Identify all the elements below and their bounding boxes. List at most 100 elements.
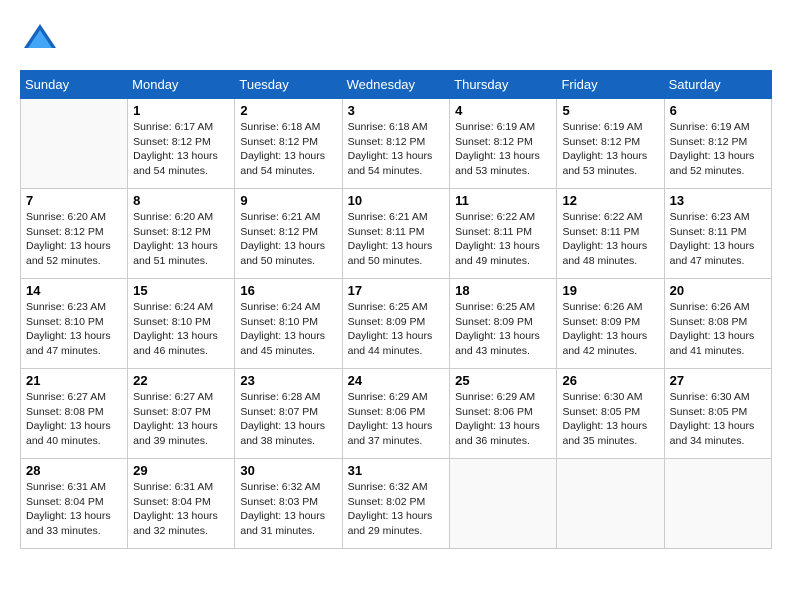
- calendar-cell: 15 Sunrise: 6:24 AMSunset: 8:10 PMDayligh…: [128, 279, 235, 369]
- day-number: 31: [348, 463, 445, 478]
- calendar-cell: 17Sunrise: 6:25 AMSunset: 8:09 PMDayligh…: [342, 279, 450, 369]
- day-info: Sunrise: 6:18 AMSunset: 8:12 PMDaylight:…: [240, 120, 336, 179]
- calendar-cell: 13 Sunrise: 6:23 AMSunset: 8:11 PMDayligh…: [664, 189, 771, 279]
- weekday-header-row: SundayMondayTuesdayWednesdayThursdayFrid…: [21, 71, 772, 99]
- logo-icon: [20, 20, 60, 60]
- weekday-header-sunday: Sunday: [21, 71, 128, 99]
- calendar-week-row: 28Sunrise: 6:31 AMSunset: 8:04 PMDayligh…: [21, 459, 772, 549]
- calendar-cell: [557, 459, 664, 549]
- calendar-cell: 31 Sunrise: 6:32 AMSunset: 8:02 PMDayligh…: [342, 459, 450, 549]
- day-info: Sunrise: 6:25 AMSunset: 8:09 PMDaylight:…: [348, 300, 445, 359]
- day-number: 13: [670, 193, 766, 208]
- calendar-cell: 18Sunrise: 6:25 AMSunset: 8:09 PMDayligh…: [450, 279, 557, 369]
- day-info: Sunrise: 6:31 AMSunset: 8:04 PMDaylight:…: [26, 480, 122, 539]
- day-info: Sunrise: 6:17 AMSunset: 8:12 PMDaylight:…: [133, 120, 229, 179]
- day-number: 3: [348, 103, 445, 118]
- day-info: Sunrise: 6:18 AMSunset: 8:12 PMDaylight:…: [348, 120, 445, 179]
- calendar-cell: 29 Sunrise: 6:31 AMSunset: 8:04 PMDayligh…: [128, 459, 235, 549]
- day-number: 9: [240, 193, 336, 208]
- day-number: 25: [455, 373, 551, 388]
- day-info: Sunrise: 6:29 AMSunset: 8:06 PMDaylight:…: [348, 390, 445, 449]
- calendar-cell: 11 Sunrise: 6:22 AMSunset: 8:11 PMDayligh…: [450, 189, 557, 279]
- day-info: Sunrise: 6:23 AMSunset: 8:11 PMDaylight:…: [670, 210, 766, 269]
- day-number: 24: [348, 373, 445, 388]
- day-number: 2: [240, 103, 336, 118]
- weekday-header-monday: Monday: [128, 71, 235, 99]
- day-number: 12: [562, 193, 658, 208]
- calendar-cell: 14 Sunrise: 6:23 AMSunset: 8:10 PMDayligh…: [21, 279, 128, 369]
- weekday-header-friday: Friday: [557, 71, 664, 99]
- weekday-header-wednesday: Wednesday: [342, 71, 450, 99]
- calendar-cell: 7 Sunrise: 6:20 AMSunset: 8:12 PMDaylight…: [21, 189, 128, 279]
- day-number: 15: [133, 283, 229, 298]
- calendar-cell: 8 Sunrise: 6:20 AMSunset: 8:12 PMDaylight…: [128, 189, 235, 279]
- calendar-cell: 28Sunrise: 6:31 AMSunset: 8:04 PMDayligh…: [21, 459, 128, 549]
- calendar-cell: 1Sunrise: 6:17 AMSunset: 8:12 PMDaylight…: [128, 99, 235, 189]
- day-info: Sunrise: 6:25 AMSunset: 8:09 PMDaylight:…: [455, 300, 551, 359]
- day-info: Sunrise: 6:32 AMSunset: 8:03 PMDaylight:…: [240, 480, 336, 539]
- calendar-cell: 10 Sunrise: 6:21 AMSunset: 8:11 PMDayligh…: [342, 189, 450, 279]
- calendar-cell: 9Sunrise: 6:21 AMSunset: 8:12 PMDaylight…: [235, 189, 342, 279]
- day-number: 27: [670, 373, 766, 388]
- day-info: Sunrise: 6:19 AMSunset: 8:12 PMDaylight:…: [455, 120, 551, 179]
- day-number: 6: [670, 103, 766, 118]
- page-header: [20, 20, 772, 60]
- day-number: 26: [562, 373, 658, 388]
- calendar-cell: [21, 99, 128, 189]
- day-info: Sunrise: 6:19 AMSunset: 8:12 PMDaylight:…: [670, 120, 766, 179]
- calendar-cell: 19 Sunrise: 6:26 AMSunset: 8:09 PMDayligh…: [557, 279, 664, 369]
- day-info: Sunrise: 6:20 AMSunset: 8:12 PMDaylight:…: [26, 210, 122, 269]
- calendar-week-row: 7 Sunrise: 6:20 AMSunset: 8:12 PMDaylight…: [21, 189, 772, 279]
- day-number: 29: [133, 463, 229, 478]
- day-info: Sunrise: 6:26 AMSunset: 8:09 PMDaylight:…: [562, 300, 658, 359]
- day-number: 8: [133, 193, 229, 208]
- calendar-cell: 12Sunrise: 6:22 AMSunset: 8:11 PMDayligh…: [557, 189, 664, 279]
- day-info: Sunrise: 6:27 AMSunset: 8:08 PMDaylight:…: [26, 390, 122, 449]
- day-info: Sunrise: 6:30 AMSunset: 8:05 PMDaylight:…: [562, 390, 658, 449]
- day-info: Sunrise: 6:32 AMSunset: 8:02 PMDaylight:…: [348, 480, 445, 539]
- calendar-cell: 24 Sunrise: 6:29 AMSunset: 8:06 PMDayligh…: [342, 369, 450, 459]
- day-info: Sunrise: 6:22 AMSunset: 8:11 PMDaylight:…: [455, 210, 551, 269]
- calendar-cell: 20 Sunrise: 6:26 AMSunset: 8:08 PMDayligh…: [664, 279, 771, 369]
- day-number: 11: [455, 193, 551, 208]
- calendar-cell: 2 Sunrise: 6:18 AMSunset: 8:12 PMDaylight…: [235, 99, 342, 189]
- calendar-cell: 6 Sunrise: 6:19 AMSunset: 8:12 PMDaylight…: [664, 99, 771, 189]
- weekday-header-tuesday: Tuesday: [235, 71, 342, 99]
- calendar-week-row: 1Sunrise: 6:17 AMSunset: 8:12 PMDaylight…: [21, 99, 772, 189]
- day-number: 23: [240, 373, 336, 388]
- calendar-week-row: 21Sunrise: 6:27 AMSunset: 8:08 PMDayligh…: [21, 369, 772, 459]
- calendar-cell: 26 Sunrise: 6:30 AMSunset: 8:05 PMDayligh…: [557, 369, 664, 459]
- day-info: Sunrise: 6:19 AMSunset: 8:12 PMDaylight:…: [562, 120, 658, 179]
- day-info: Sunrise: 6:23 AMSunset: 8:10 PMDaylight:…: [26, 300, 122, 359]
- weekday-header-saturday: Saturday: [664, 71, 771, 99]
- day-number: 22: [133, 373, 229, 388]
- calendar-cell: [664, 459, 771, 549]
- day-number: 19: [562, 283, 658, 298]
- weekday-header-thursday: Thursday: [450, 71, 557, 99]
- day-number: 16: [240, 283, 336, 298]
- calendar-cell: 23 Sunrise: 6:28 AMSunset: 8:07 PMDayligh…: [235, 369, 342, 459]
- day-number: 4: [455, 103, 551, 118]
- calendar-cell: 27Sunrise: 6:30 AMSunset: 8:05 PMDayligh…: [664, 369, 771, 459]
- day-info: Sunrise: 6:26 AMSunset: 8:08 PMDaylight:…: [670, 300, 766, 359]
- calendar-cell: [450, 459, 557, 549]
- calendar-table: SundayMondayTuesdayWednesdayThursdayFrid…: [20, 70, 772, 549]
- day-info: Sunrise: 6:27 AMSunset: 8:07 PMDaylight:…: [133, 390, 229, 449]
- day-info: Sunrise: 6:31 AMSunset: 8:04 PMDaylight:…: [133, 480, 229, 539]
- calendar-cell: 4 Sunrise: 6:19 AMSunset: 8:12 PMDaylight…: [450, 99, 557, 189]
- calendar-cell: 21Sunrise: 6:27 AMSunset: 8:08 PMDayligh…: [21, 369, 128, 459]
- day-info: Sunrise: 6:24 AMSunset: 8:10 PMDaylight:…: [133, 300, 229, 359]
- day-info: Sunrise: 6:24 AMSunset: 8:10 PMDaylight:…: [240, 300, 336, 359]
- day-number: 5: [562, 103, 658, 118]
- day-number: 14: [26, 283, 122, 298]
- calendar-cell: 30 Sunrise: 6:32 AMSunset: 8:03 PMDayligh…: [235, 459, 342, 549]
- day-number: 10: [348, 193, 445, 208]
- day-number: 7: [26, 193, 122, 208]
- day-number: 20: [670, 283, 766, 298]
- day-info: Sunrise: 6:21 AMSunset: 8:11 PMDaylight:…: [348, 210, 445, 269]
- day-number: 30: [240, 463, 336, 478]
- day-info: Sunrise: 6:20 AMSunset: 8:12 PMDaylight:…: [133, 210, 229, 269]
- day-info: Sunrise: 6:29 AMSunset: 8:06 PMDaylight:…: [455, 390, 551, 449]
- day-info: Sunrise: 6:28 AMSunset: 8:07 PMDaylight:…: [240, 390, 336, 449]
- logo: [20, 20, 66, 60]
